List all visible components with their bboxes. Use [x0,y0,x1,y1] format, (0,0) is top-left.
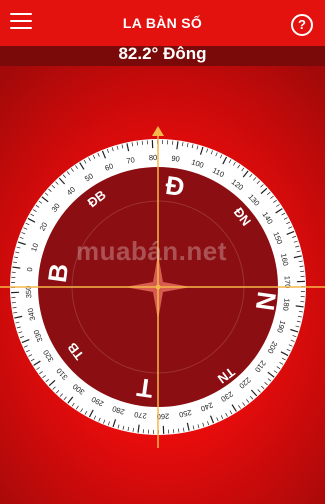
watermark: muabán.net [76,236,227,266]
dial-tick-label: 180 [281,298,292,312]
heading-bar: 82.2° Đông [0,44,325,66]
page-title: LA BÀN SỐ [122,15,203,31]
dial-tick-label: 90 [171,154,180,164]
compass[interactable]: 0 10 20 30 40 50 60 70 80 90 100 110 120 130 140 150 160… [0,118,325,448]
compass-dial: 010203040506070 80 90 100110120130140150160… [0,126,325,448]
heading-readout: 82.2° Đông [118,44,207,63]
dial-tick-label: 80 [149,153,158,162]
dial-tick-label: 270 [134,410,148,421]
app-header: LA BÀN SỐ ? [0,0,325,46]
north-pointer-icon [152,126,164,136]
help-icon[interactable]: ? [291,14,313,36]
